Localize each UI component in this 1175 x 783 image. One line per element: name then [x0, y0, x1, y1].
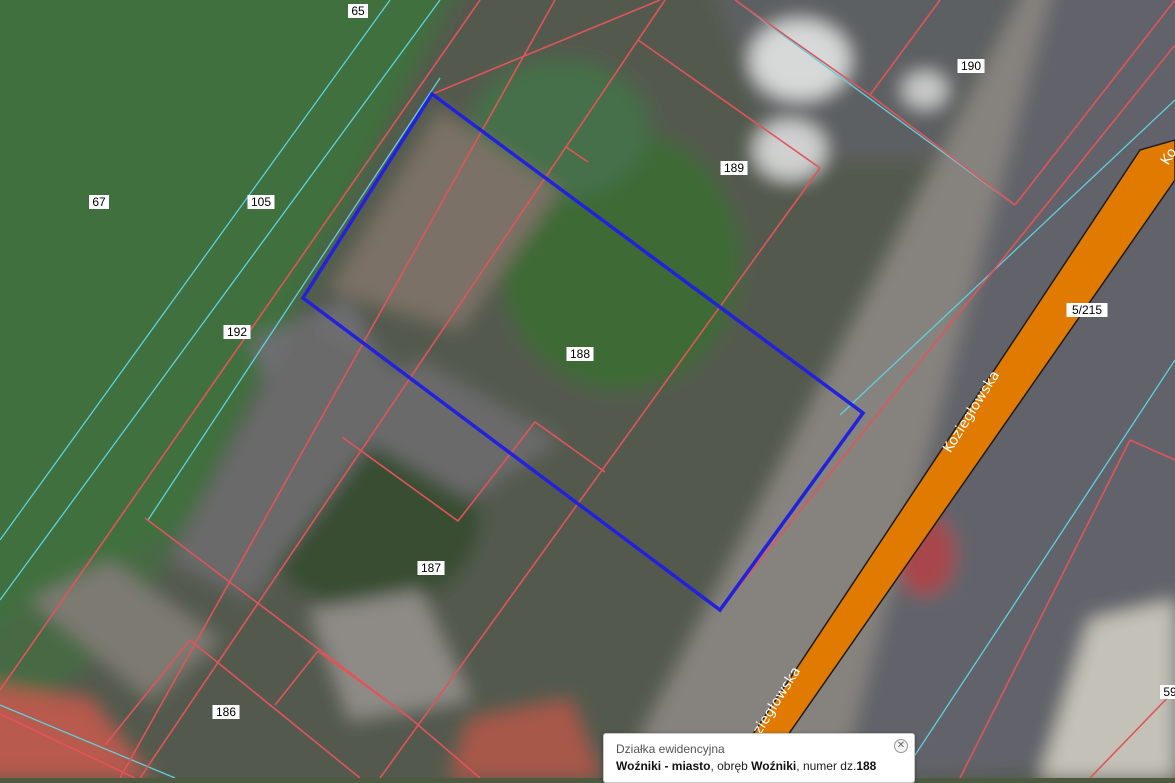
popup-sep1: , obręb	[710, 759, 752, 773]
parcel-number-text: 65	[351, 4, 365, 18]
parcel-number-label: 188	[566, 347, 594, 361]
popup-precinct: Woźniki	[751, 759, 797, 773]
parcel-number-text: 187	[421, 561, 441, 575]
parcel-number-label: 189	[720, 161, 748, 175]
parcel-number-text: 190	[961, 59, 981, 73]
cadastral-map[interactable]: Koziegłowska Koziegłowska Ko 6519067 1051…	[0, 0, 1175, 778]
parcel-number-text: 186	[216, 705, 236, 719]
close-icon[interactable]: ✕	[894, 739, 908, 753]
parcel-number-label: 190	[957, 59, 985, 73]
parcel-number-text: 59	[1163, 685, 1175, 699]
parcel-number-label: 192	[223, 325, 251, 339]
popup-sep2: , numer dz.	[796, 759, 857, 773]
parcel-number-label: 186	[212, 705, 240, 719]
parcel-number-text: 105	[251, 195, 271, 209]
popup-parcel-number: 188	[856, 759, 877, 773]
parcel-number-text: 5/215	[1072, 303, 1102, 317]
parcel-number-label: 187	[417, 561, 445, 575]
parcel-number-label: 67	[89, 195, 109, 209]
parcel-number-text: 192	[227, 325, 247, 339]
parcel-number-text: 188	[570, 347, 590, 361]
popup-body: Woźniki - miasto, obręb Woźniki, numer d…	[616, 757, 902, 775]
popup-locality: Woźniki - miasto	[616, 759, 711, 773]
parcel-number-label: 59	[1160, 685, 1175, 699]
popup-title: Działka ewidencyjna	[616, 742, 725, 756]
parcel-number-text: 189	[724, 161, 744, 175]
parcel-number-label: 5/215	[1066, 303, 1108, 317]
parcel-number-label: 65	[348, 4, 368, 18]
parcel-info-popup: Działka ewidencyjna Woźniki - miasto, ob…	[603, 733, 915, 783]
parcel-number-text: 67	[92, 195, 106, 209]
parcel-number-label: 105	[247, 195, 275, 209]
